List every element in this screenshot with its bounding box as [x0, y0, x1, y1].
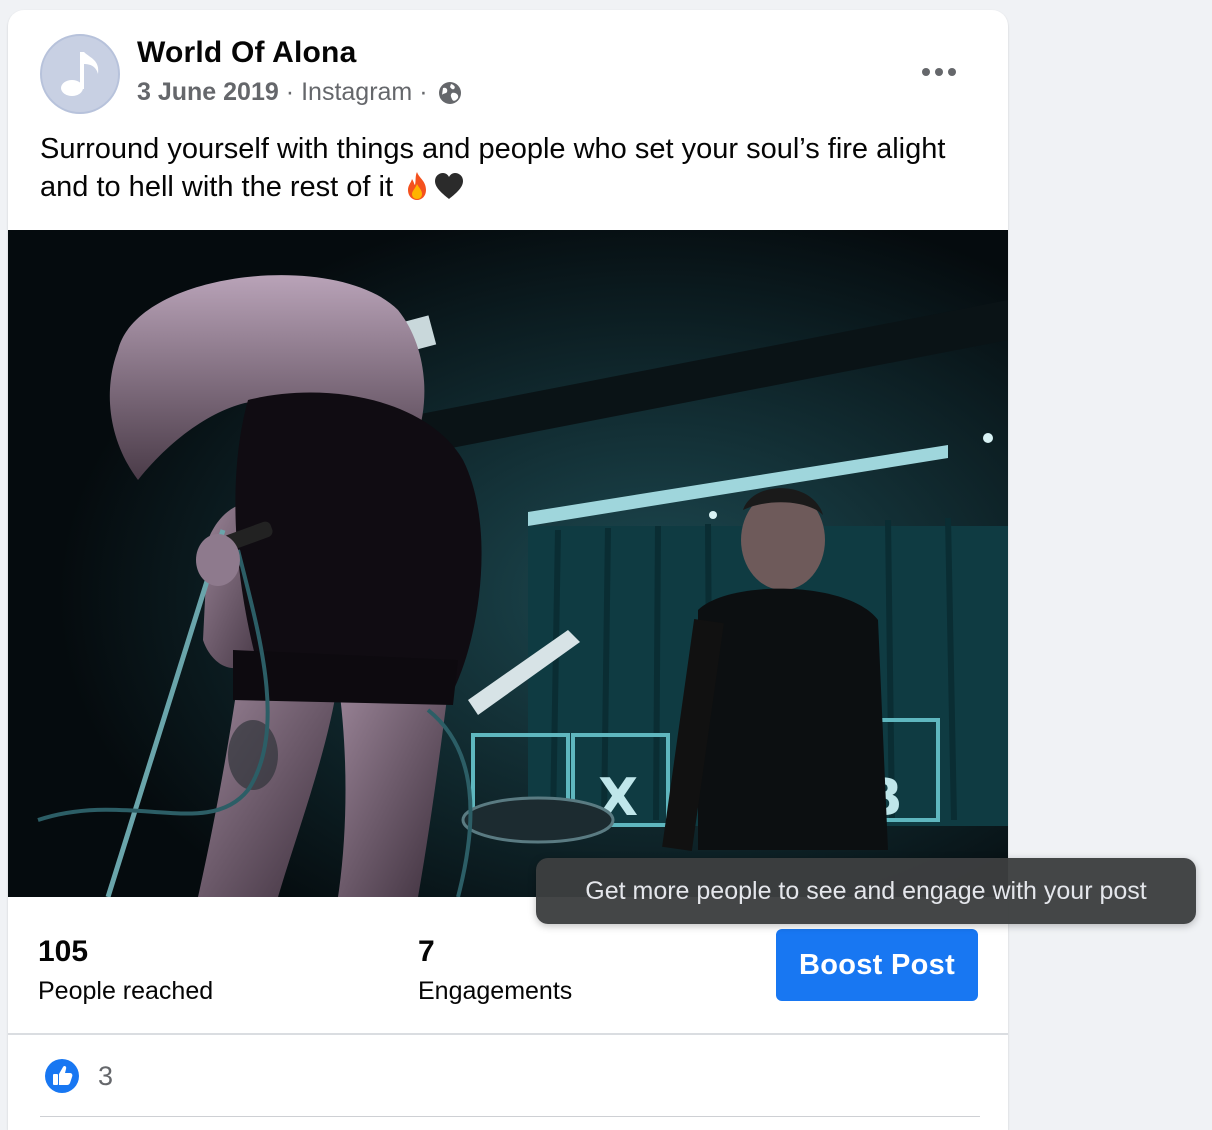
meta-separator: · — [285, 78, 295, 106]
page-name[interactable]: World Of Alona — [137, 36, 356, 70]
page-avatar[interactable] — [40, 34, 120, 114]
band-performance-photo: X B — [8, 230, 1008, 897]
fire-emoji-icon — [408, 172, 427, 200]
engagements-label: Engagements — [418, 977, 573, 1005]
post-header: World Of Alona 3 June 2019 · Instagram · — [8, 10, 1008, 114]
engagements-value: 7 — [418, 935, 435, 968]
music-note-icon — [61, 52, 99, 96]
black-heart-emoji-icon — [435, 173, 464, 199]
more-options-icon[interactable] — [911, 54, 967, 90]
like-icon — [45, 1059, 79, 1093]
people-reached-label: People reached — [38, 977, 214, 1005]
post-text-content: Surround yourself with things and people… — [40, 133, 946, 203]
boost-post-button[interactable]: Boost Post — [776, 929, 978, 1001]
post-date[interactable]: 3 June 2019 — [137, 78, 279, 107]
section-divider — [8, 1033, 1008, 1035]
globe-icon[interactable] — [437, 80, 463, 106]
post-photo[interactable]: X B — [8, 230, 1008, 897]
post-text: Surround yourself with things and people… — [40, 130, 980, 206]
reaction-count: 3 — [98, 1060, 114, 1091]
people-reached-value: 105 — [38, 935, 89, 968]
post-source: Instagram — [301, 78, 413, 106]
reactions-summary[interactable]: 3 — [44, 1058, 113, 1094]
post-card: World Of Alona 3 June 2019 · Instagram ·… — [8, 10, 1008, 1130]
meta-separator-2: · — [419, 78, 428, 106]
post-meta: 3 June 2019 · Instagram · — [137, 78, 463, 107]
boost-tooltip: Get more people to see and engage with y… — [536, 858, 1196, 924]
bottom-divider — [40, 1116, 980, 1117]
